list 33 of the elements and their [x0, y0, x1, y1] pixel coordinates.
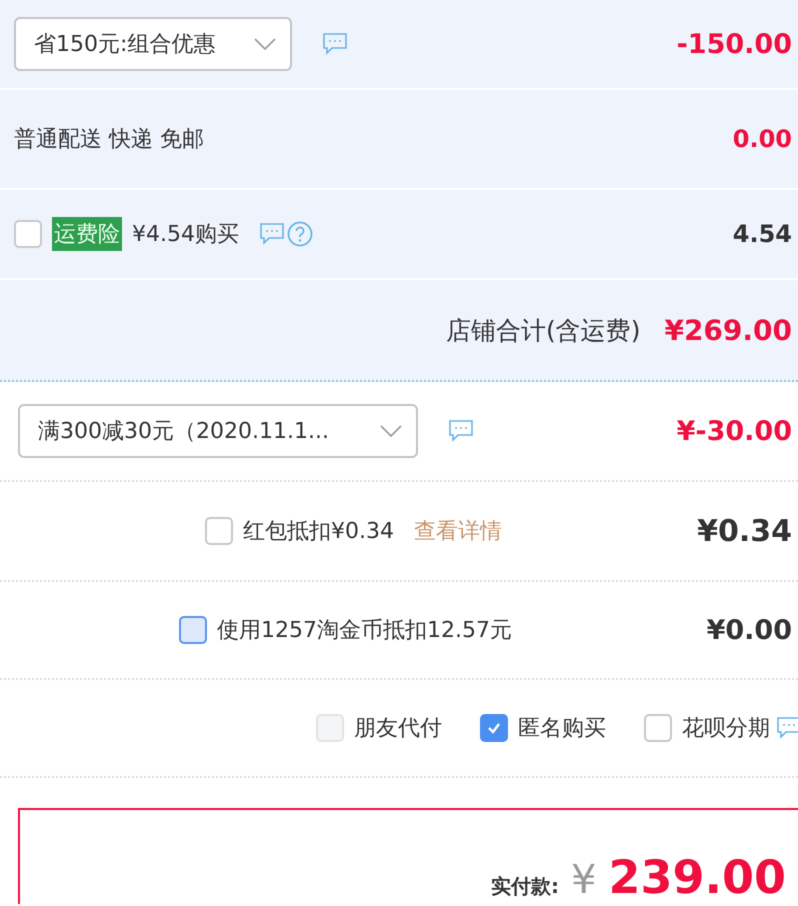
shop-total-label: 店铺合计(含运费) — [446, 314, 640, 346]
option-label: 匿名购买 — [518, 715, 606, 743]
caret-icon — [254, 37, 276, 51]
shop-total-amount: ¥269.00 — [664, 314, 792, 346]
chat-icon[interactable] — [258, 222, 285, 246]
insurance-price: ¥4.54购买 — [132, 221, 239, 249]
insurance-tag: 运费险 — [52, 217, 122, 251]
coupon-dropdown[interactable]: 满300减30元（2020.11.1... — [18, 404, 418, 458]
discount-amount: -150.00 — [676, 28, 792, 60]
deduction-amount: ¥0.34 — [696, 514, 792, 548]
currency-sign: ¥ — [571, 860, 596, 900]
checkbox[interactable] — [179, 616, 208, 644]
checkbox[interactable] — [480, 714, 508, 742]
delivery-amount: 0.00 — [732, 125, 792, 153]
coupon-amount: ¥-30.00 — [676, 416, 792, 446]
deduction-label: 红包抵扣¥0.34 — [243, 518, 394, 546]
payment-amount: 239.00 — [608, 854, 786, 900]
option-label: 花呗分期 — [682, 715, 770, 743]
help-icon[interactable] — [286, 221, 313, 247]
delivery-label: 普通配送 快递 免邮 — [14, 126, 204, 154]
chat-icon[interactable] — [448, 419, 474, 443]
coins-label: 使用1257淘金币抵扣12.57元 — [217, 617, 512, 645]
chat-icon[interactable] — [776, 716, 798, 740]
option-label: 朋友代付 — [354, 715, 442, 743]
coins-amount: ¥0.00 — [706, 614, 792, 646]
caret-icon — [380, 424, 402, 438]
chat-icon[interactable] — [322, 32, 348, 56]
checkbox[interactable] — [205, 517, 234, 545]
checkbox[interactable] — [14, 220, 42, 248]
insurance-amount: 4.54 — [732, 220, 792, 248]
promo-dropdown[interactable]: 省150元:组合优惠 — [14, 17, 292, 71]
payment-label: 实付款: — [491, 874, 560, 898]
checkbox[interactable] — [644, 714, 672, 742]
